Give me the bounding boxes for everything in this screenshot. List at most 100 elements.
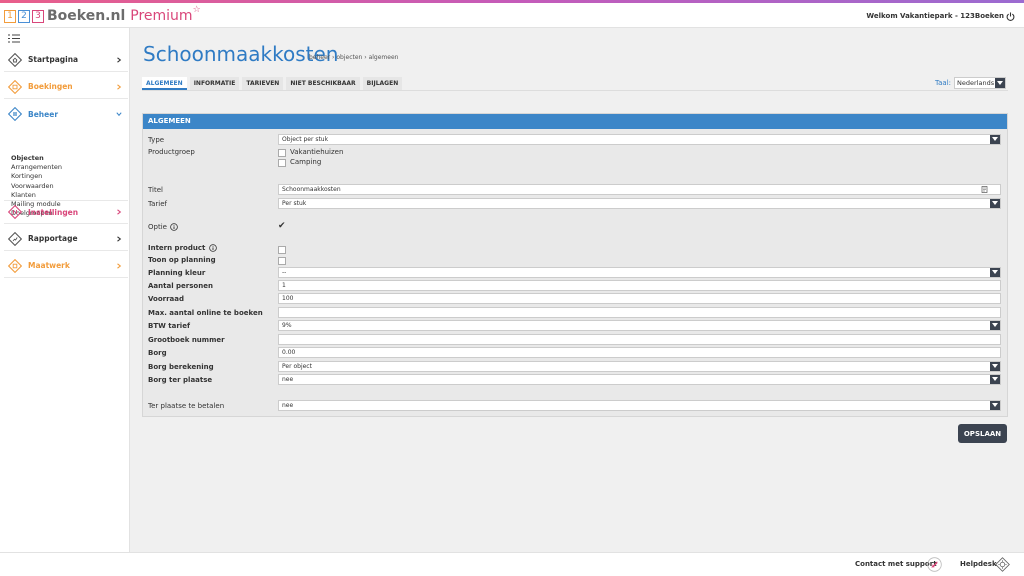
planning-kleur-select[interactable]: -- xyxy=(278,267,1001,278)
intern-product-label: Intern product xyxy=(148,244,206,252)
subnav-item-kortingen[interactable]: Kortingen xyxy=(11,172,62,181)
ter-plaatse-betalen-select[interactable]: nee xyxy=(278,400,1001,411)
dropdown-arrow-icon xyxy=(995,78,1005,88)
language-value: Nederlands xyxy=(957,79,995,87)
breadcrumb: beheer › objecten › algemeen xyxy=(309,54,399,61)
voorraad-input[interactable]: 100 xyxy=(278,293,1001,304)
logo-digit-1: 1 xyxy=(4,9,16,23)
sidebar-item-startpagina[interactable]: Startpagina xyxy=(4,48,128,72)
info-icon[interactable] xyxy=(170,223,178,231)
productgroep-label: Productgroep xyxy=(148,148,195,156)
checkbox-toon-op-planning[interactable] xyxy=(278,257,286,265)
list-diamond-icon xyxy=(8,107,22,121)
voorraad-label: Voorraad xyxy=(148,295,185,303)
sidebar-label-rapportage: Rapportage xyxy=(28,234,78,243)
sidebar-label-maatwerk: Maatwerk xyxy=(28,261,70,270)
document-icon[interactable] xyxy=(981,186,988,193)
borg-ter-plaatse-value: nee xyxy=(282,376,294,383)
checkbox-vakantiehuizen[interactable] xyxy=(278,149,286,157)
logo-premium: Premium xyxy=(130,8,193,24)
menu-toggle-icon[interactable] xyxy=(8,34,20,43)
borg-ter-plaatse-select[interactable]: nee xyxy=(278,374,1001,385)
max-online-label: Max. aantal online te boeken xyxy=(148,309,263,317)
borg-berekening-select[interactable]: Per object xyxy=(278,361,1001,372)
sidebar-item-instellingen[interactable]: Instellingen xyxy=(4,200,128,224)
dropdown-arrow-icon xyxy=(990,362,1000,371)
titel-label: Titel xyxy=(148,186,164,194)
dropdown-arrow-icon xyxy=(990,375,1000,384)
star-icon: ☆ xyxy=(192,5,201,15)
sidebar-label-boekingen: Boekingen xyxy=(28,82,73,91)
borg-value: 0.00 xyxy=(282,349,296,356)
aantal-personen-label: Aantal personen xyxy=(148,282,213,290)
chevron-right-icon xyxy=(117,83,122,90)
home-diamond-icon xyxy=(8,52,22,67)
footer: Contact met support Helpdesk xyxy=(0,552,1024,576)
chevron-right-icon xyxy=(117,235,122,242)
sidebar-item-boekingen[interactable]: Boekingen xyxy=(4,75,128,99)
info-icon[interactable] xyxy=(208,244,217,252)
power-icon[interactable] xyxy=(1006,12,1015,21)
tarief-value: Per stuk xyxy=(282,200,307,207)
sidebar-item-maatwerk[interactable]: Maatwerk xyxy=(4,254,128,278)
helpdesk-link[interactable]: Helpdesk xyxy=(960,560,997,568)
chevron-right-icon xyxy=(117,262,122,269)
planning-kleur-label: Planning kleur xyxy=(148,269,206,277)
top-header: 1 2 3 Boeken.nl Premium ☆ Welkom Vakanti… xyxy=(0,3,1024,28)
aantal-personen-input[interactable]: 1 xyxy=(278,280,1001,291)
dropdown-arrow-icon xyxy=(990,401,1000,410)
tab-tarieven[interactable]: TARIEVEN xyxy=(242,77,284,90)
chart-diamond-icon xyxy=(8,231,22,246)
sidebar-label-instellingen: Instellingen xyxy=(28,207,79,217)
grootboek-label: Grootboek nummer xyxy=(148,336,225,344)
chevron-right-icon xyxy=(117,56,122,63)
tarief-select[interactable]: Per stuk xyxy=(278,198,1001,209)
checkbox-label-camping: Camping xyxy=(290,158,322,166)
rocket-icon[interactable] xyxy=(927,557,942,572)
subnav-item-arrangementen[interactable]: Arrangementen xyxy=(11,163,62,172)
language-label: Taal: xyxy=(935,79,951,87)
borg-input[interactable]: 0.00 xyxy=(278,347,1001,358)
chevron-down-icon xyxy=(116,112,122,117)
subnav-item-objecten[interactable]: Objecten xyxy=(11,154,62,163)
tab-divider xyxy=(142,90,1008,91)
tab-informatie[interactable]: INFORMATIE xyxy=(189,77,240,90)
tab-algemeen[interactable]: ALGEMEEN xyxy=(142,77,187,90)
tab-bijlagen[interactable]: BIJLAGEN xyxy=(362,77,403,90)
sidebar-item-beheer[interactable]: Beheer xyxy=(4,102,128,126)
checkbox-intern-product[interactable] xyxy=(278,246,286,254)
subnav-item-voorwaarden[interactable]: Voorwaarden xyxy=(11,182,62,191)
sidebar-item-rapportage[interactable]: Rapportage xyxy=(4,227,128,251)
sidebar-label-beheer: Beheer xyxy=(28,109,59,119)
puzzle-diamond-icon xyxy=(8,258,22,273)
borg-label: Borg xyxy=(148,349,167,357)
form-panel: ALGEMEEN Type Object per stuk Productgro… xyxy=(142,113,1008,417)
contact-support-link[interactable]: Contact met support xyxy=(855,560,937,568)
settings-diamond-icon xyxy=(8,205,22,219)
type-select[interactable]: Object per stuk xyxy=(278,134,1001,145)
borg-berekening-label: Borg berekening xyxy=(148,363,214,371)
borg-berekening-value: Per object xyxy=(282,363,312,370)
checkmark-icon[interactable]: ✔ xyxy=(278,221,286,231)
save-button[interactable]: OPSLAAN xyxy=(958,424,1007,443)
tarief-label: Tarief xyxy=(148,200,168,208)
tab-niet-beschikbaar[interactable]: NIET BESCHIKBAAR xyxy=(286,77,360,90)
ter-plaatse-betalen-value: nee xyxy=(282,402,294,409)
checkbox-camping[interactable] xyxy=(278,159,286,167)
optie-label: Optie xyxy=(148,223,167,231)
logo-word: Boeken.nl xyxy=(47,8,126,24)
titel-input[interactable]: Schoonmaakkosten xyxy=(278,184,1001,195)
helpdesk-diamond-icon[interactable] xyxy=(995,557,1010,572)
subnav-item-klanten[interactable]: Klanten xyxy=(11,191,62,200)
logo-digit-2: 2 xyxy=(18,9,30,23)
dropdown-arrow-icon xyxy=(990,199,1000,208)
btw-tarief-select[interactable]: 9% xyxy=(278,320,1001,331)
planning-kleur-value: -- xyxy=(282,269,287,276)
borg-ter-plaatse-label: Borg ter plaatse xyxy=(148,376,213,384)
dropdown-arrow-icon xyxy=(990,135,1000,144)
language-select[interactable]: Nederlands xyxy=(954,77,1006,89)
max-online-input[interactable] xyxy=(278,307,1001,318)
dropdown-arrow-icon xyxy=(990,268,1000,277)
grootboek-input[interactable] xyxy=(278,334,1001,345)
logo[interactable]: 1 2 3 Boeken.nl Premium ☆ xyxy=(4,5,201,24)
